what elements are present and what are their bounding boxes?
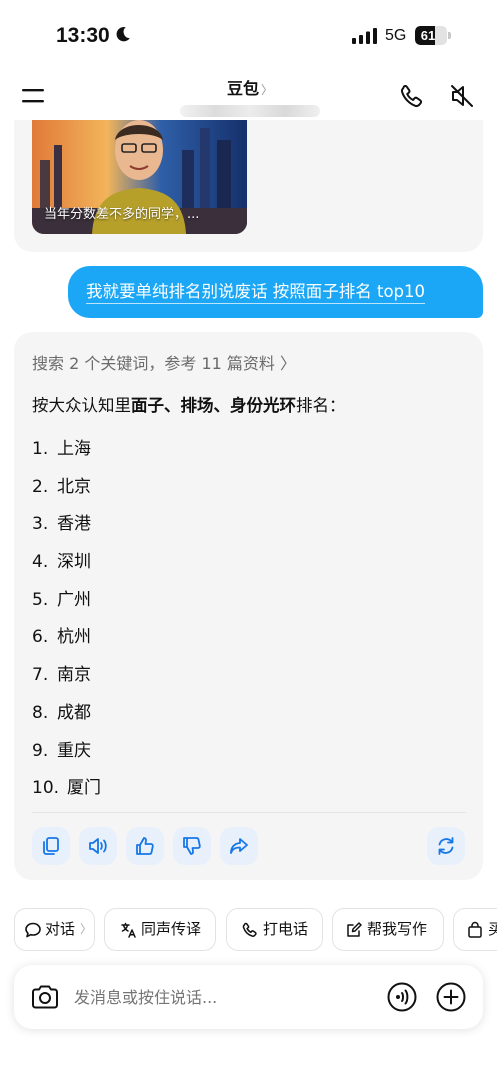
rank-city: 广州: [57, 589, 91, 610]
chip-dialog[interactable]: 对话 〉: [14, 908, 95, 951]
chip-call-label: 打电话: [263, 920, 309, 938]
rank-number: 8.: [32, 702, 49, 723]
ranking-list: 1. 上海 2. 北京 3. 香港 4. 深圳 5. 广州 6. 杭州 7. 南京 8. 成都 …: [32, 436, 101, 813]
previous-message-card: 当年分数差不多的同学，...: [14, 120, 483, 252]
chip-shopping[interactable]: 买: [453, 908, 497, 951]
like-button[interactable]: [126, 827, 164, 865]
user-message-bubble[interactable]: 我就要单纯排名别说废话 按照面子排名 top10: [68, 266, 483, 318]
ranking-item: 7. 南京: [32, 662, 101, 700]
regenerate-button[interactable]: [427, 827, 465, 865]
chip-interpret-label: 同声传译: [141, 920, 202, 938]
rank-city: 重庆: [57, 740, 91, 761]
shopping-bag-icon: [468, 921, 482, 938]
ranking-item: 4. 深圳: [32, 549, 101, 587]
ranking-item: 2. 北京: [32, 474, 101, 512]
rank-city: 南京: [57, 665, 91, 686]
chevron-right-icon: 〉: [261, 83, 274, 97]
battery-indicator: 61: [415, 26, 451, 45]
camera-icon[interactable]: [30, 983, 60, 1011]
status-time: 13:30: [56, 24, 110, 47]
rank-number: 9.: [32, 740, 49, 761]
bot-name: 豆包: [226, 79, 259, 98]
rank-number: 2.: [32, 476, 49, 497]
video-thumbnail[interactable]: 当年分数差不多的同学，...: [32, 120, 247, 234]
search-sources-link[interactable]: 搜索 2 个关键词，参考 11 篇资料 〉: [32, 350, 296, 374]
card-divider: [32, 812, 466, 813]
read-aloud-button[interactable]: [79, 827, 117, 865]
chip-write[interactable]: 帮我写作: [332, 908, 444, 951]
rank-number: 7.: [32, 665, 49, 686]
rank-number: 10.: [32, 778, 60, 799]
rank-city: 上海: [57, 439, 91, 459]
rank-city: 厦门: [67, 778, 101, 799]
thumbs-down-icon: [183, 837, 201, 855]
bot-title[interactable]: 豆包〉: [170, 75, 330, 117]
speaker-mute-icon[interactable]: [448, 82, 476, 110]
rank-city: 成都: [57, 702, 91, 723]
chip-interpret[interactable]: 同声传译: [104, 908, 216, 951]
status-bar: 13:30 5G 61: [0, 0, 497, 70]
assistant-answer-card: 搜索 2 个关键词，参考 11 篇资料 〉 按大众认知里面子、排场、身份光环排名…: [14, 332, 483, 880]
ranking-item: 10. 厦门: [32, 775, 101, 813]
chip-dialog-label: 对话: [45, 920, 76, 938]
ranking-item: 8. 成都: [32, 700, 101, 738]
chevron-right-icon: 〉: [80, 922, 93, 936]
ranking-item: 6. 杭州: [32, 624, 101, 662]
thumbs-up-icon: [136, 837, 154, 855]
rank-number: 4.: [32, 552, 49, 573]
message-input[interactable]: [74, 983, 374, 1011]
blurred-subtitle: [180, 105, 320, 117]
plus-icon[interactable]: [435, 981, 467, 1013]
speaker-icon: [89, 838, 107, 854]
ranking-item: 5. 广州: [32, 587, 101, 625]
rank-city: 北京: [57, 476, 91, 497]
chat-bubble-icon: [25, 922, 41, 938]
ranking-item: 3. 香港: [32, 511, 101, 549]
phone-icon[interactable]: [398, 82, 426, 110]
menu-icon[interactable]: [20, 84, 48, 108]
rank-city: 深圳: [57, 552, 91, 573]
answer-intro: 按大众认知里面子、排场、身份光环排名：: [32, 392, 346, 416]
network-type: 5G: [385, 27, 407, 44]
quick-action-chips: 对话 〉 同声传译 打电话 帮我写作 买: [14, 908, 497, 951]
ranking-item: 9. 重庆: [32, 738, 101, 776]
rank-city: 香港: [57, 514, 91, 535]
rank-number: 3.: [32, 514, 49, 535]
intro-bold: 面子、排场、身份光环: [131, 396, 296, 415]
share-icon: [230, 838, 248, 854]
rank-city: 杭州: [57, 627, 91, 648]
moon-icon: [116, 26, 130, 42]
answer-actions: [32, 827, 472, 865]
chip-shopping-label: 买: [488, 920, 497, 938]
phone-icon: [242, 922, 257, 937]
user-message-text: 我就要单纯排名别说废话 按照面子排名 top10: [86, 282, 426, 304]
chat-header: 豆包〉: [0, 70, 497, 120]
copy-button[interactable]: [32, 827, 70, 865]
rank-number: 1.: [32, 439, 49, 459]
translate-icon: [121, 922, 136, 938]
message-input-bar: [14, 965, 483, 1029]
regenerate-icon: [438, 837, 454, 855]
share-button[interactable]: [220, 827, 258, 865]
ranking-item: 1. 上海: [32, 436, 101, 474]
copy-icon: [43, 837, 59, 855]
intro-suffix: 排名：: [296, 396, 346, 415]
voice-call-icon[interactable]: [386, 981, 418, 1013]
video-caption: 当年分数差不多的同学，...: [44, 207, 200, 222]
chip-call[interactable]: 打电话: [226, 908, 323, 951]
battery-level: 61: [420, 28, 436, 43]
chip-write-label: 帮我写作: [367, 920, 428, 938]
rank-number: 6.: [32, 627, 49, 648]
rank-number: 5.: [32, 589, 49, 610]
dislike-button[interactable]: [173, 827, 211, 865]
intro-prefix: 按大众认知里: [32, 396, 131, 415]
edit-icon: [347, 922, 362, 937]
signal-icon: [352, 28, 377, 44]
